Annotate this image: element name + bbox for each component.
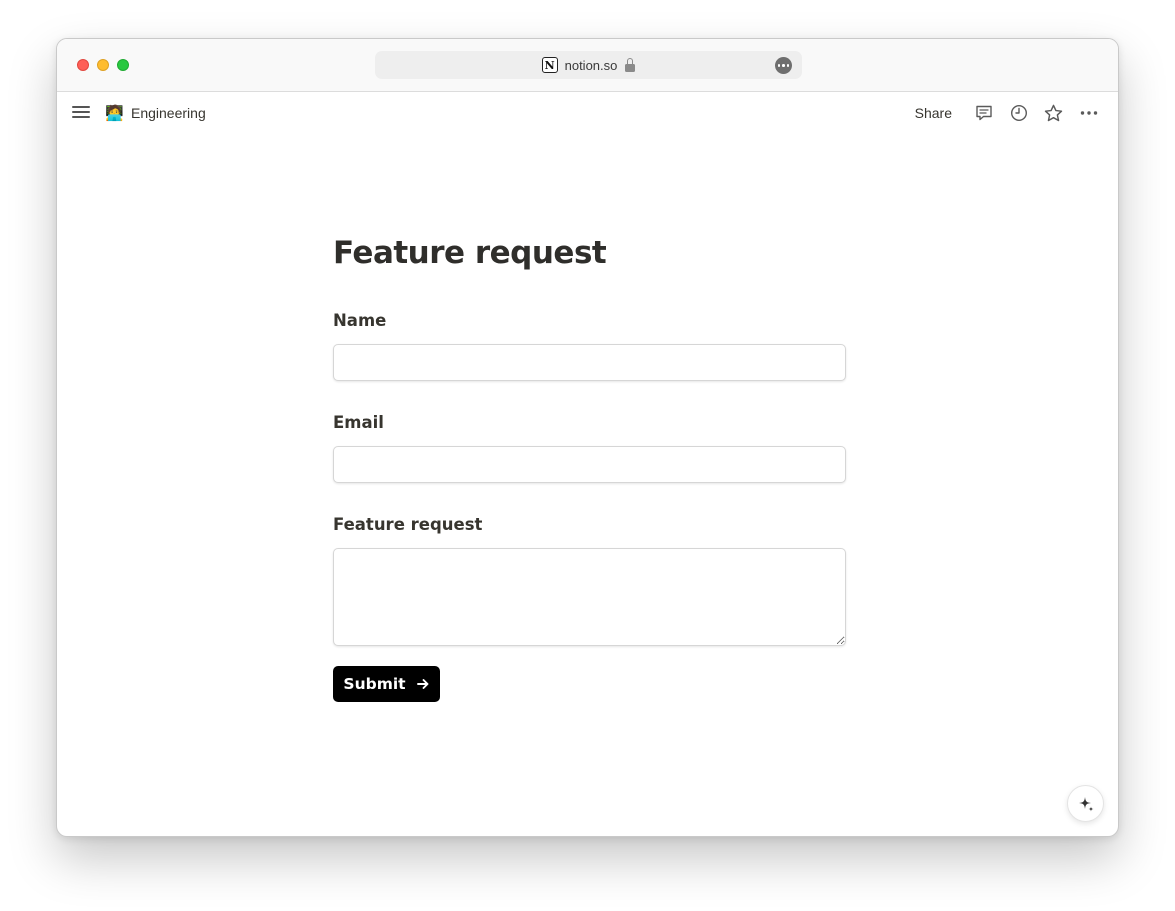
sparkle-icon bbox=[1078, 796, 1093, 811]
feature-request-field-group: Feature request bbox=[333, 514, 846, 651]
page-title: Feature request bbox=[333, 235, 607, 271]
name-label: Name bbox=[333, 311, 387, 330]
submit-button[interactable]: Submit bbox=[333, 666, 440, 702]
minimize-window-button[interactable] bbox=[97, 59, 109, 71]
notion-logo-icon: N bbox=[541, 57, 558, 73]
breadcrumb-label: Engineering bbox=[131, 105, 206, 121]
name-field-group: Name bbox=[333, 310, 846, 381]
comment-icon[interactable] bbox=[966, 99, 1001, 127]
arrow-right-icon bbox=[416, 679, 429, 689]
address-url: notion.so bbox=[564, 57, 618, 73]
browser-window: N notion.so 🧑‍💻 Engineering Share bbox=[56, 38, 1119, 837]
browser-titlebar: N notion.so bbox=[57, 39, 1118, 92]
feature-request-label: Feature request bbox=[333, 515, 483, 534]
page-settings-icon[interactable] bbox=[775, 57, 792, 74]
feature-request-textarea[interactable] bbox=[333, 548, 846, 646]
breadcrumb[interactable]: 🧑‍💻 Engineering bbox=[105, 101, 206, 125]
close-window-button[interactable] bbox=[77, 59, 89, 71]
star-icon[interactable] bbox=[1036, 99, 1071, 127]
form-content: Feature request Name Email Feature reque… bbox=[333, 234, 846, 702]
maximize-window-button[interactable] bbox=[117, 59, 129, 71]
email-input[interactable] bbox=[333, 446, 846, 483]
email-field-group: Email bbox=[333, 412, 846, 483]
history-icon[interactable] bbox=[1001, 99, 1036, 127]
share-button[interactable]: Share bbox=[907, 105, 960, 121]
menu-icon[interactable] bbox=[72, 104, 90, 120]
more-icon[interactable] bbox=[1071, 99, 1106, 127]
ai-assistant-button[interactable] bbox=[1067, 785, 1104, 822]
submit-label: Submit bbox=[343, 675, 406, 693]
email-label: Email bbox=[333, 413, 384, 432]
name-input[interactable] bbox=[333, 344, 846, 381]
notion-topbar: 🧑‍💻 Engineering Share bbox=[57, 93, 1118, 133]
address-bar[interactable]: N notion.so bbox=[375, 51, 802, 79]
page-emoji-icon: 🧑‍💻 bbox=[105, 105, 124, 122]
lock-icon bbox=[625, 58, 636, 72]
